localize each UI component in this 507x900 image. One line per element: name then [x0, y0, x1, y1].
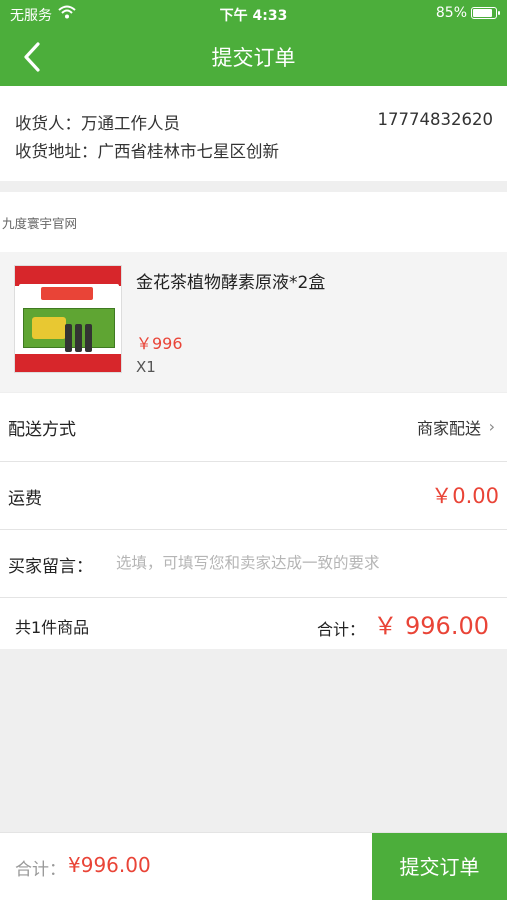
receiver-name: 收货人：万通工作人员	[15, 114, 180, 133]
shipping-label: 运费	[8, 489, 42, 509]
bottom-sum-value: ¥996.00	[68, 853, 151, 877]
bottom-sum-label: 合计：	[15, 860, 66, 880]
shop-name: 九度寰宇官网	[2, 216, 78, 231]
message-input[interactable]	[116, 550, 496, 576]
status-time: 下午 4:33	[219, 8, 288, 24]
delivery-method-row[interactable]: 配送方式 商家配送 ›	[0, 393, 507, 461]
shipping-address-card[interactable]: 收货人：万通工作人员 17774832620 收货地址：广西省桂林市七星区创新	[0, 86, 507, 181]
product-image	[14, 265, 122, 373]
receiver-address: 收货地址：广西省桂林市七星区创新	[15, 142, 279, 161]
shipping-fee: ￥0.00	[431, 484, 499, 508]
status-bar: 无服务 下午 4:33 85%	[0, 0, 507, 28]
delivery-value: 商家配送	[416, 419, 481, 438]
total-label: 合计：	[316, 620, 365, 639]
page-title: 提交订单	[211, 46, 296, 70]
checkout-bar: 合计： ¥996.00 提交订单	[0, 832, 507, 900]
item-count: 共1件商品	[15, 618, 90, 637]
nav-bar: 提交订单	[0, 28, 507, 86]
header-bar: 无服务 下午 4:33 85% 提交订单	[0, 0, 507, 86]
shipping-fee-row: 运费 ￥0.00	[0, 461, 507, 529]
chevron-right-icon: ›	[488, 417, 495, 436]
delivery-label: 配送方式	[8, 420, 76, 440]
battery-icon	[471, 7, 500, 19]
buyer-message-row: 买家留言：	[0, 529, 507, 597]
product-quantity: X1	[136, 358, 156, 376]
submit-order-button[interactable]: 提交订单	[372, 833, 507, 900]
product-item[interactable]: 金花茶植物酵素原液*2盒 ￥996 X1	[0, 252, 507, 392]
product-price: ￥996	[136, 334, 183, 353]
message-label: 买家留言：	[8, 557, 93, 577]
battery-percent: 85%	[435, 5, 467, 21]
order-summary-row: 共1件商品 合计： ￥ 996.00	[0, 597, 507, 649]
receiver-phone: 17774832620	[377, 110, 493, 129]
shop-header: 九度寰宇官网	[0, 192, 507, 252]
product-name: 金花茶植物酵素原液*2盒	[136, 273, 326, 293]
total-value: ￥ 996.00	[373, 612, 489, 640]
